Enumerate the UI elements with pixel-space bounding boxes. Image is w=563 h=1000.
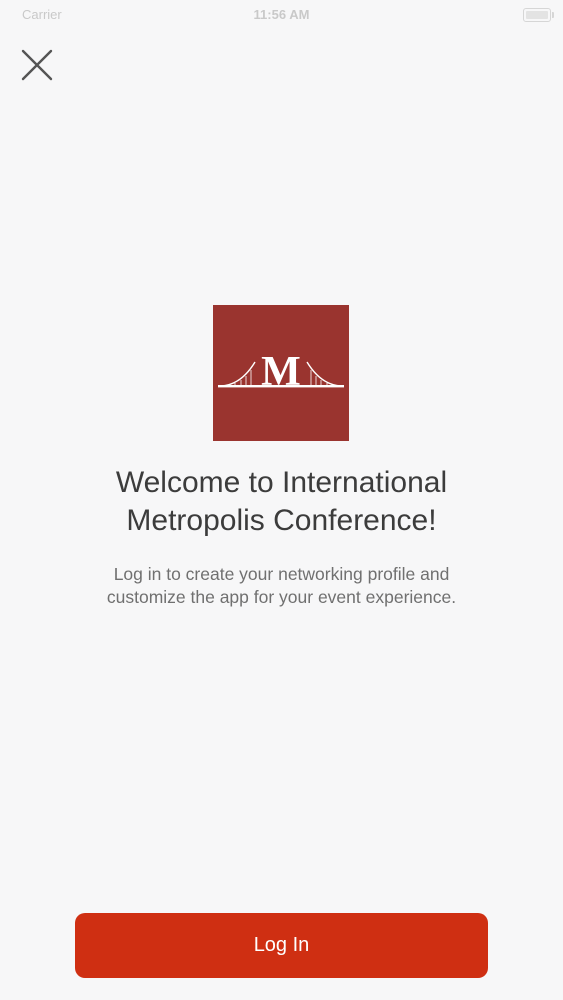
welcome-subtitle-line2: customize the app for your event experie… — [106, 587, 457, 607]
status-time: 11:56 AM — [253, 7, 310, 22]
login-button[interactable]: Log In — [75, 913, 488, 978]
welcome-title: Welcome to International Metropolis Conf… — [40, 464, 523, 540]
welcome-subtitle-line1: Log in to create your networking profile… — [113, 564, 450, 584]
welcome-title-line2: Metropolis Conference! — [126, 504, 437, 537]
logo-letter: M — [261, 349, 301, 395]
battery-icon — [523, 8, 554, 22]
bridge-logo-icon: M — [218, 349, 344, 395]
conference-logo: M — [213, 305, 349, 441]
welcome-subtitle: Log in to create your networking profile… — [50, 563, 513, 609]
welcome-title-line1: Welcome to International — [115, 466, 448, 499]
status-bar: Carrier 11:56 AM — [0, 0, 563, 30]
close-button[interactable] — [16, 44, 58, 86]
close-icon — [21, 49, 53, 81]
